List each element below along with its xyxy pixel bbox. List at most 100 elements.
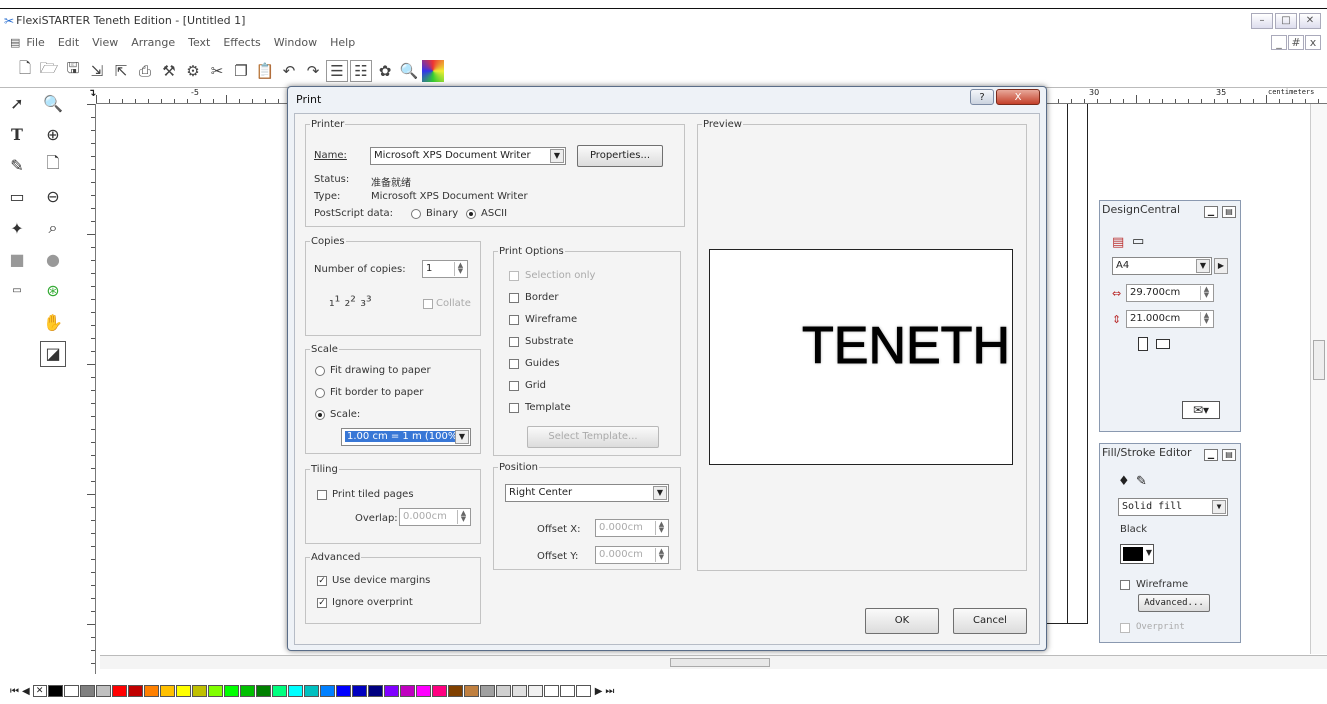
cut-plot-icon[interactable]: ⚒: [158, 60, 180, 82]
panel-menu-button[interactable]: ▤: [1222, 206, 1236, 218]
color-swatch[interactable]: [527, 685, 543, 697]
stroke-pen-icon[interactable]: ✎: [1136, 474, 1147, 489]
page-icon[interactable]: ▤: [1112, 235, 1124, 250]
height-input[interactable]: 21.000cm ▲ ▼: [1126, 310, 1214, 328]
color-swatch[interactable]: [79, 685, 95, 697]
export-icon[interactable]: ⇱: [110, 60, 132, 82]
menu-text[interactable]: Text: [188, 36, 210, 49]
save-icon[interactable]: 🖫: [62, 59, 84, 82]
open-icon[interactable]: 🗁: [38, 59, 60, 82]
scale-select[interactable]: 1.00 cm = 1 m (100%) ▼: [341, 428, 471, 446]
no-color-icon[interactable]: ✕: [32, 685, 47, 697]
color-swatch[interactable]: [415, 685, 431, 697]
envelope-icon[interactable]: ✉▾: [1182, 401, 1220, 419]
job-icon[interactable]: ▭: [1132, 234, 1144, 249]
hscroll-thumb[interactable]: [670, 658, 770, 667]
menu-file[interactable]: File: [26, 36, 44, 49]
zoom-icon[interactable]: 🔍: [398, 60, 420, 82]
print-tiled-checkbox[interactable]: [317, 490, 327, 500]
panel-minimize-button[interactable]: ▁: [1204, 449, 1218, 461]
spinner-icon[interactable]: ▲ ▼: [454, 262, 466, 276]
color-swatch[interactable]: [575, 685, 591, 697]
color-swatch[interactable]: [47, 685, 63, 697]
select-template-button[interactable]: Select Template...: [527, 426, 659, 448]
close-button[interactable]: ✕: [1299, 12, 1321, 29]
wireframe-checkbox[interactable]: [509, 315, 519, 325]
zoom-out-icon[interactable]: ⊖: [40, 184, 66, 210]
fill-tool-icon[interactable]: ■: [4, 247, 30, 273]
width-input[interactable]: 29.700cm ▲ ▼: [1126, 284, 1214, 302]
palette-next-icon[interactable]: ▶: [595, 686, 603, 697]
print-icon[interactable]: ⎙: [134, 60, 156, 82]
color-swatch[interactable]: [127, 685, 143, 697]
child-max-button[interactable]: #: [1288, 34, 1304, 50]
color-swatch[interactable]: [95, 685, 111, 697]
chevron-down-icon[interactable]: ▼: [455, 430, 469, 444]
ok-button[interactable]: OK: [865, 608, 939, 634]
vertical-scrollbar[interactable]: [1310, 104, 1327, 654]
chevron-down-icon[interactable]: ▼: [1212, 500, 1226, 514]
color-swatch[interactable]: [63, 685, 79, 697]
color-swatch[interactable]: [495, 685, 511, 697]
copy-icon[interactable]: ❐: [230, 60, 252, 82]
selection-only-checkbox[interactable]: [509, 271, 519, 281]
spinner-icon[interactable]: ▲ ▼: [1200, 312, 1212, 326]
fit-drawing-radio[interactable]: [315, 366, 325, 376]
palette-first-icon[interactable]: ⏮: [10, 686, 19, 697]
page-next-button[interactable]: ▶: [1214, 258, 1228, 274]
fill-bucket-icon[interactable]: ♦: [1118, 474, 1130, 489]
color-swatch[interactable]: [207, 685, 223, 697]
color-swatch[interactable]: [159, 685, 175, 697]
palette-icon[interactable]: [422, 59, 444, 82]
color-swatch[interactable]: [383, 685, 399, 697]
color-swatch[interactable]: [511, 685, 527, 697]
plotter-icon[interactable]: ⚙: [182, 60, 204, 82]
spinner-icon[interactable]: ▲ ▼: [1200, 286, 1212, 300]
device-margins-checkbox[interactable]: ✓: [317, 576, 327, 586]
child-min-button[interactable]: _: [1271, 34, 1287, 50]
position-select[interactable]: Right Center ▼: [505, 484, 669, 502]
offset-y-input[interactable]: 0.000cm ▲ ▼: [595, 546, 669, 564]
panel-menu-button[interactable]: ▤: [1222, 449, 1236, 461]
ignore-overprint-checkbox[interactable]: ✓: [317, 598, 327, 608]
scale-radio[interactable]: [315, 410, 325, 420]
collate-checkbox[interactable]: [423, 299, 433, 309]
copies-input[interactable]: 1 ▲ ▼: [422, 260, 468, 278]
properties-button[interactable]: Properties...: [577, 145, 663, 167]
pan-tool-icon[interactable]: ✋: [40, 309, 66, 335]
menu-effects[interactable]: Effects: [223, 36, 260, 49]
paste-icon[interactable]: 📋: [254, 60, 276, 82]
color-swatch[interactable]: [303, 685, 319, 697]
fill-type-select[interactable]: Solid fill ▼: [1118, 498, 1228, 516]
guides-checkbox[interactable]: [509, 359, 519, 369]
color-swatch[interactable]: [271, 685, 287, 697]
color-swatch[interactable]: [367, 685, 383, 697]
grid-checkbox[interactable]: [509, 381, 519, 391]
cancel-button[interactable]: Cancel: [953, 608, 1027, 634]
portrait-icon[interactable]: [1138, 337, 1148, 351]
spinner-icon[interactable]: ▲ ▼: [457, 510, 469, 524]
color-swatch[interactable]: [111, 685, 127, 697]
text-tool-icon[interactable]: T: [4, 121, 30, 147]
substrate-checkbox[interactable]: [509, 337, 519, 347]
zoom-in-icon[interactable]: ⊕: [40, 121, 66, 147]
rectangle-tool-icon[interactable]: ▭: [4, 184, 30, 210]
vscroll-thumb[interactable]: [1313, 340, 1325, 380]
menu-edit[interactable]: Edit: [58, 36, 79, 49]
zoom-fit-icon[interactable]: ⊛: [40, 278, 66, 304]
zoom-page-icon[interactable]: 🗋: [40, 153, 66, 179]
color-swatch[interactable]: [335, 685, 351, 697]
undo-icon[interactable]: ↶: [278, 60, 300, 82]
redo-icon[interactable]: ↷: [302, 60, 324, 82]
color-swatch[interactable]: [431, 685, 447, 697]
child-close-button[interactable]: x: [1305, 34, 1321, 50]
ascii-radio[interactable]: [466, 209, 476, 219]
align-icon[interactable]: ☰: [326, 59, 348, 82]
menu-window[interactable]: Window: [274, 36, 317, 49]
menu-view[interactable]: View: [92, 36, 118, 49]
spinner-icon[interactable]: ▲ ▼: [655, 521, 667, 535]
color-swatch[interactable]: [399, 685, 415, 697]
color-swatch[interactable]: [543, 685, 559, 697]
advanced-button[interactable]: Advanced...: [1138, 594, 1210, 612]
overlap-input[interactable]: 0.000cm ▲ ▼: [399, 508, 471, 526]
